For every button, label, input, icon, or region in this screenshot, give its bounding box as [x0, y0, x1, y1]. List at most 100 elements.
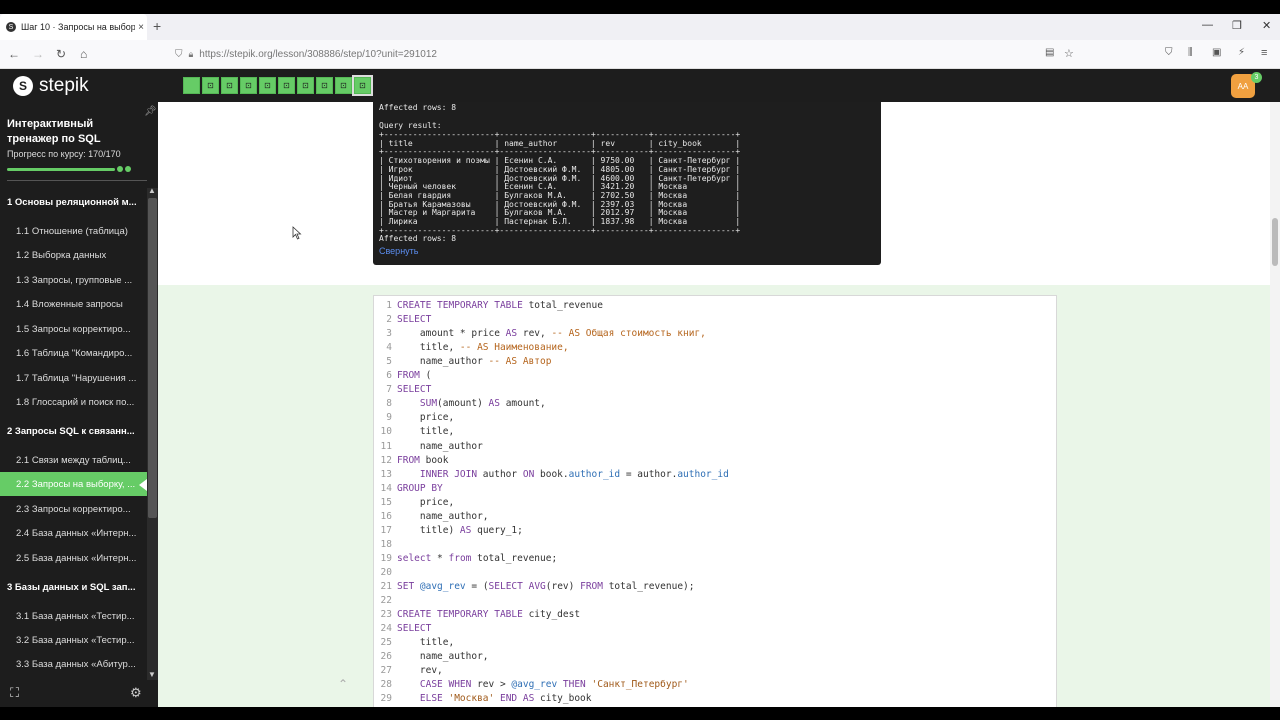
- sidebar-lesson[interactable]: 1.5 Запросы корректиро...: [0, 317, 147, 341]
- collapse-link[interactable]: Свернуть: [379, 246, 418, 256]
- scroll-up-icon[interactable]: ▲: [148, 186, 156, 195]
- pocket-icon[interactable]: ⛉: [1165, 47, 1173, 58]
- code-line[interactable]: 19 select * from total_revenue;: [374, 552, 1054, 566]
- code-line[interactable]: 15 price,: [374, 496, 1054, 510]
- code-line[interactable]: 9 price,: [374, 411, 1054, 425]
- code-token: from: [448, 552, 472, 564]
- sidebar-toggle-icon[interactable]: ▣: [1212, 47, 1221, 58]
- code-line[interactable]: 5 name_author -- AS Автор: [374, 355, 1054, 369]
- reload-icon[interactable]: ↻: [56, 47, 66, 61]
- chevron-up-icon[interactable]: ⌃: [338, 677, 348, 691]
- code-line[interactable]: 4 title, -- AS Наименование,: [374, 341, 1054, 355]
- code-line[interactable]: 1 CREATE TEMPORARY TABLE total_revenue: [374, 299, 1054, 313]
- code-line[interactable]: 11 name_author: [374, 440, 1054, 454]
- fullscreen-icon[interactable]: ⛶: [10, 685, 19, 701]
- code-token: = author.: [620, 468, 678, 480]
- code-line[interactable]: 8 SUM(amount) AS amount,: [374, 397, 1054, 411]
- url-text[interactable]: https://stepik.org/lesson/308886/step/10…: [199, 49, 437, 60]
- forward-arrow-icon[interactable]: →: [32, 47, 44, 61]
- bookmark-star-icon[interactable]: ☆: [1064, 47, 1074, 60]
- extension-icon[interactable]: ⚡︎: [1238, 47, 1245, 58]
- restore-button[interactable]: ❐: [1232, 19, 1242, 32]
- minimize-button[interactable]: —: [1202, 19, 1213, 31]
- sidebar-lesson[interactable]: 2.5 База данных «Интерн...: [0, 546, 147, 570]
- code-line[interactable]: 6 FROM (: [374, 369, 1054, 383]
- sidebar-lesson[interactable]: 2.1 Связи между таблиц...: [0, 448, 147, 472]
- code-line[interactable]: 28 CASE WHEN rev > @avg_rev THEN 'Санкт_…: [374, 678, 1054, 692]
- browser-tab[interactable]: S Шаг 10 · Запросы на выборку ×: [0, 14, 147, 40]
- step-code-square[interactable]: ⊡: [221, 77, 238, 94]
- code-line[interactable]: 22: [374, 594, 1054, 608]
- code-token: = (: [465, 581, 489, 592]
- line-number: 28: [380, 679, 392, 691]
- code-line[interactable]: 10 title,: [374, 425, 1054, 439]
- code-line[interactable]: 29 ELSE 'Москва' END AS city_book: [374, 692, 1054, 706]
- step-code-square[interactable]: ⊡: [316, 77, 333, 94]
- sidebar-lesson[interactable]: 2.3 Запросы корректиро...: [0, 497, 147, 521]
- code-token: SET: [397, 581, 420, 592]
- sidebar-lesson[interactable]: 1.6 Таблица "Командиро...: [0, 341, 147, 365]
- code-line[interactable]: 13 INNER JOIN author ON book.author_id =…: [374, 468, 1054, 482]
- code-line[interactable]: 12 FROM book: [374, 454, 1054, 468]
- sidebar-lesson[interactable]: 1.1 Отношение (таблица): [0, 219, 147, 243]
- sidebar-lesson[interactable]: 2.4 База данных «Интерн...: [0, 521, 147, 545]
- library-icon[interactable]: ⫼: [1188, 47, 1193, 58]
- step-code-square[interactable]: ⊡: [352, 75, 373, 96]
- code-line[interactable]: 3 amount * price AS rev, -- AS Общая сто…: [374, 327, 1054, 341]
- step-text-square[interactable]: [183, 77, 200, 94]
- sidebar-lesson[interactable]: 1.7 Таблица "Нарушения ...: [0, 366, 147, 390]
- code-line[interactable]: 17 title) AS query_1;: [374, 524, 1054, 538]
- code-line[interactable]: 20: [374, 566, 1054, 580]
- scroll-down-icon[interactable]: ▼: [148, 670, 156, 679]
- step-code-square[interactable]: ⊡: [202, 77, 219, 94]
- code-token: total_revenue;: [471, 552, 558, 564]
- course-title[interactable]: Интерактивный тренажер по SQL: [7, 117, 147, 147]
- home-icon[interactable]: ⌂: [80, 47, 87, 61]
- step-code-square[interactable]: ⊡: [278, 77, 295, 94]
- code-line[interactable]: 16 name_author,: [374, 510, 1054, 524]
- window-close-button[interactable]: ✕: [1262, 19, 1271, 32]
- sidebar-lesson[interactable]: 1.2 Выборка данных: [0, 243, 147, 267]
- shield-icon: ⛉: [175, 49, 183, 60]
- code-line[interactable]: 27 rev,: [374, 664, 1054, 678]
- step-code-square[interactable]: ⊡: [297, 77, 314, 94]
- step-code-square[interactable]: ⊡: [335, 77, 352, 94]
- code-token: total_revenue);: [602, 581, 695, 592]
- page-scrollbar[interactable]: [1270, 102, 1280, 707]
- page-scroll-thumb[interactable]: [1272, 218, 1278, 266]
- sidebar-module[interactable]: 1 Основы реляционной м...: [0, 190, 147, 214]
- sidebar-lesson[interactable]: 3.1 База данных «Тестир...: [0, 604, 147, 628]
- step-code-square[interactable]: ⊡: [259, 77, 276, 94]
- close-tab-icon[interactable]: ×: [135, 22, 147, 33]
- gear-icon[interactable]: ⚙: [130, 685, 142, 701]
- address-bar[interactable]: ⛉ 🔒︎ https://stepik.org/lesson/308886/st…: [175, 44, 1085, 65]
- code-line[interactable]: 2 SELECT: [374, 313, 1054, 327]
- new-tab-button[interactable]: +: [153, 18, 161, 34]
- code-line[interactable]: 18: [374, 538, 1054, 552]
- menu-icon[interactable]: ≡: [1261, 47, 1267, 59]
- stepik-logo[interactable]: S stepik: [13, 75, 89, 97]
- step-code-square[interactable]: ⊡: [240, 77, 257, 94]
- stepik-header: S stepik ⊡ ⊡ ⊡ ⊡ ⊡ ⊡ ⊡ ⊡ ⊡ AA 3: [0, 69, 1280, 102]
- code-line[interactable]: 23 CREATE TEMPORARY TABLE city_dest: [374, 608, 1054, 622]
- sidebar-lesson[interactable]: 2.2 Запросы на выборку, ...: [0, 472, 147, 496]
- code-line[interactable]: 14 GROUP BY: [374, 482, 1054, 496]
- code-line[interactable]: 26 name_author,: [374, 650, 1054, 664]
- reader-mode-icon[interactable]: ▤: [1045, 47, 1054, 58]
- sidebar-lesson[interactable]: 1.8 Глоссарий и поиск по...: [0, 390, 147, 414]
- line-number: 2: [386, 314, 392, 326]
- sidebar-module[interactable]: 2 Запросы SQL к связанн...: [0, 419, 147, 443]
- back-arrow-icon[interactable]: ←: [8, 47, 20, 61]
- code-editor[interactable]: 1 CREATE TEMPORARY TABLE total_revenue 2 SE…: [373, 295, 1057, 707]
- code-line[interactable]: 24 SELECT: [374, 622, 1054, 636]
- code-line[interactable]: 7 SELECT: [374, 383, 1054, 397]
- sidebar-lesson[interactable]: 1.4 Вложенные запросы: [0, 292, 147, 316]
- sidebar-module[interactable]: 3 Базы данных и SQL зап...: [0, 575, 147, 599]
- sidebar-lesson[interactable]: 3.2 База данных «Тестир...: [0, 628, 147, 652]
- sidebar-lesson[interactable]: 3.3 База данных «Абитур...: [0, 652, 147, 676]
- pin-icon[interactable]: 📌︎: [144, 106, 157, 117]
- sidebar-scroll-thumb[interactable]: [148, 198, 157, 518]
- sidebar-lesson[interactable]: 1.3 Запросы, групповые ...: [0, 268, 147, 292]
- code-line[interactable]: 25 title,: [374, 636, 1054, 650]
- code-line[interactable]: 21 SET @avg_rev = (SELECT AVG(rev) FROM t…: [374, 580, 1054, 594]
